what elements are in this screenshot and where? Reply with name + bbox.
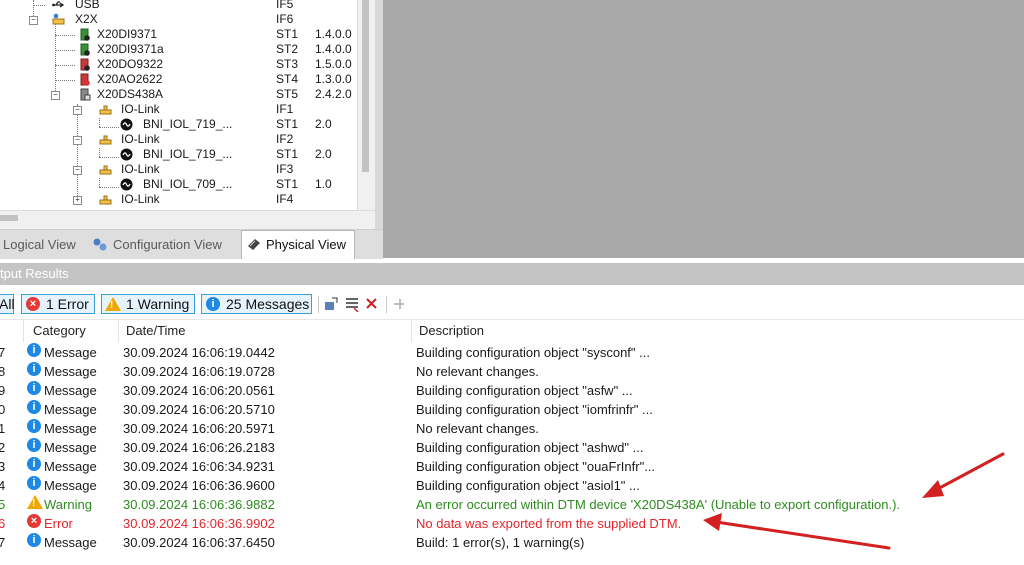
- filter-warnings-button[interactable]: ! 1 Warning: [101, 294, 195, 314]
- splitter[interactable]: [375, 0, 383, 258]
- info-icon: i: [27, 400, 41, 414]
- io-module-icon: [80, 88, 91, 101]
- io-link-port-icon: [99, 105, 112, 115]
- tree-item-io-link[interactable]: IO-Link IF2: [0, 132, 357, 147]
- column-header-description[interactable]: Description: [419, 320, 484, 342]
- filter-all-button[interactable]: All: [0, 294, 15, 314]
- tab-configuration-view[interactable]: Configuration View: [92, 232, 222, 257]
- table-row[interactable]: 2 i Message 30.09.2024 16:06:26.2183 Bui…: [0, 438, 1024, 457]
- physical-view-icon: [248, 239, 260, 250]
- table-row[interactable]: 9 i Message 30.09.2024 16:06:20.0561 Bui…: [0, 381, 1024, 400]
- info-icon: i: [27, 381, 41, 395]
- results-table: Category Date/Time Description 7 i Messa…: [0, 320, 1024, 565]
- table-row[interactable]: 1 i Message 30.09.2024 16:06:20.5971 No …: [0, 419, 1024, 438]
- io-link-device-icon: [120, 148, 133, 161]
- info-icon: i: [27, 362, 41, 376]
- tab-physical-view[interactable]: Physical View: [241, 230, 355, 259]
- tree-item-x2x[interactable]: X2X IF6: [0, 12, 357, 27]
- filter-errors-button[interactable]: × 1 Error: [21, 294, 95, 314]
- column-separator: [118, 320, 119, 342]
- io-link-port-icon: [99, 135, 112, 145]
- tree-item-device[interactable]: BNI_IOL_719_... ST1 2.0: [0, 147, 357, 162]
- tree-horizontal-scroll-thumb[interactable]: [0, 215, 18, 221]
- info-icon: i: [27, 343, 41, 357]
- table-row[interactable]: 7 i Message 30.09.2024 16:06:19.0442 Bui…: [0, 343, 1024, 362]
- configuration-view-icon: [93, 238, 107, 251]
- table-row[interactable]: 0 i Message 30.09.2024 16:06:20.5710 Bui…: [0, 400, 1024, 419]
- filter-messages-button[interactable]: i 25 Messages: [201, 294, 312, 314]
- tree-item-io-link[interactable]: IO-Link IF1: [0, 102, 357, 117]
- tree-item-module[interactable]: X20AO2622 ST4 1.3.0.0: [0, 72, 357, 87]
- tree-item-module[interactable]: X20DI9371 ST1 1.4.0.0: [0, 27, 357, 42]
- output-panel-title: tput Results: [0, 263, 1024, 285]
- io-module-icon: [80, 28, 90, 41]
- table-row-error[interactable]: 6 × Error 30.09.2024 16:06:36.9902 No da…: [0, 514, 1024, 533]
- column-header-category[interactable]: Category: [33, 320, 86, 342]
- column-separator: [411, 320, 412, 342]
- info-icon: i: [206, 297, 220, 311]
- view-tabs: Logical View Configuration View Physical…: [0, 229, 383, 259]
- list-filter-icon[interactable]: [344, 296, 360, 313]
- x2x-bus-icon: [52, 13, 65, 25]
- tree-item-module[interactable]: X20DI9371a ST2 1.4.0.0: [0, 42, 357, 57]
- pin-icon[interactable]: [391, 296, 407, 312]
- tree-item-usb[interactable]: USB IF5: [0, 0, 357, 12]
- table-row-warning[interactable]: 5 ! Warning 30.09.2024 16:06:36.9882 An …: [0, 495, 1024, 514]
- info-icon: i: [27, 419, 41, 433]
- info-icon: i: [27, 457, 41, 471]
- table-row[interactable]: 7 i Message 30.09.2024 16:06:37.6450 Bui…: [0, 533, 1024, 552]
- table-row[interactable]: 4 i Message 30.09.2024 16:06:36.9600 Bui…: [0, 476, 1024, 495]
- tree-item-device[interactable]: BNI_IOL_719_... ST1 2.0: [0, 117, 357, 132]
- io-link-port-icon: [99, 165, 112, 175]
- info-icon: i: [27, 438, 41, 452]
- io-module-icon: [80, 73, 90, 86]
- error-icon: ×: [26, 297, 40, 311]
- table-row[interactable]: 8 i Message 30.09.2024 16:06:19.0728 No …: [0, 362, 1024, 381]
- info-icon: i: [27, 476, 41, 490]
- hardware-tree: − − − − − + USB IF5 X2X IF6 X20DI9371 ST…: [0, 0, 357, 210]
- error-icon: ×: [27, 514, 41, 528]
- tree-item-io-link[interactable]: IO-Link IF4: [0, 192, 357, 207]
- warning-icon: !: [105, 297, 121, 311]
- io-module-icon: [80, 58, 90, 71]
- io-module-icon: [80, 43, 90, 56]
- table-row[interactable]: 3 i Message 30.09.2024 16:06:34.9231 Bui…: [0, 457, 1024, 476]
- clear-icon[interactable]: [364, 296, 380, 312]
- tab-logical-view[interactable]: Logical View: [3, 232, 76, 257]
- warning-icon: !: [27, 495, 43, 509]
- info-icon: i: [27, 533, 41, 547]
- export-icon[interactable]: [323, 296, 339, 312]
- tree-item-module[interactable]: X20DO9322 ST3 1.5.0.0: [0, 57, 357, 72]
- tree-item-module[interactable]: X20DS438A ST5 2.4.2.0: [0, 87, 357, 102]
- editor-area: [383, 0, 1024, 258]
- usb-icon: [52, 1, 65, 8]
- toolbar-separator: [318, 296, 319, 313]
- io-link-port-icon: [99, 195, 112, 205]
- column-header-datetime[interactable]: Date/Time: [126, 320, 185, 342]
- tree-item-io-link[interactable]: IO-Link IF3: [0, 162, 357, 177]
- output-toolbar: All × 1 Error ! 1 Warning i 25 Messages: [0, 285, 1024, 320]
- column-separator: [23, 320, 24, 342]
- tree-item-device[interactable]: BNI_IOL_709_... ST1 1.0: [0, 177, 357, 192]
- tree-horizontal-scrollbar[interactable]: [0, 210, 375, 229]
- tree-vertical-scroll-thumb[interactable]: [362, 0, 369, 172]
- toolbar-separator: [386, 296, 387, 313]
- io-link-device-icon: [120, 178, 133, 191]
- io-link-device-icon: [120, 118, 133, 131]
